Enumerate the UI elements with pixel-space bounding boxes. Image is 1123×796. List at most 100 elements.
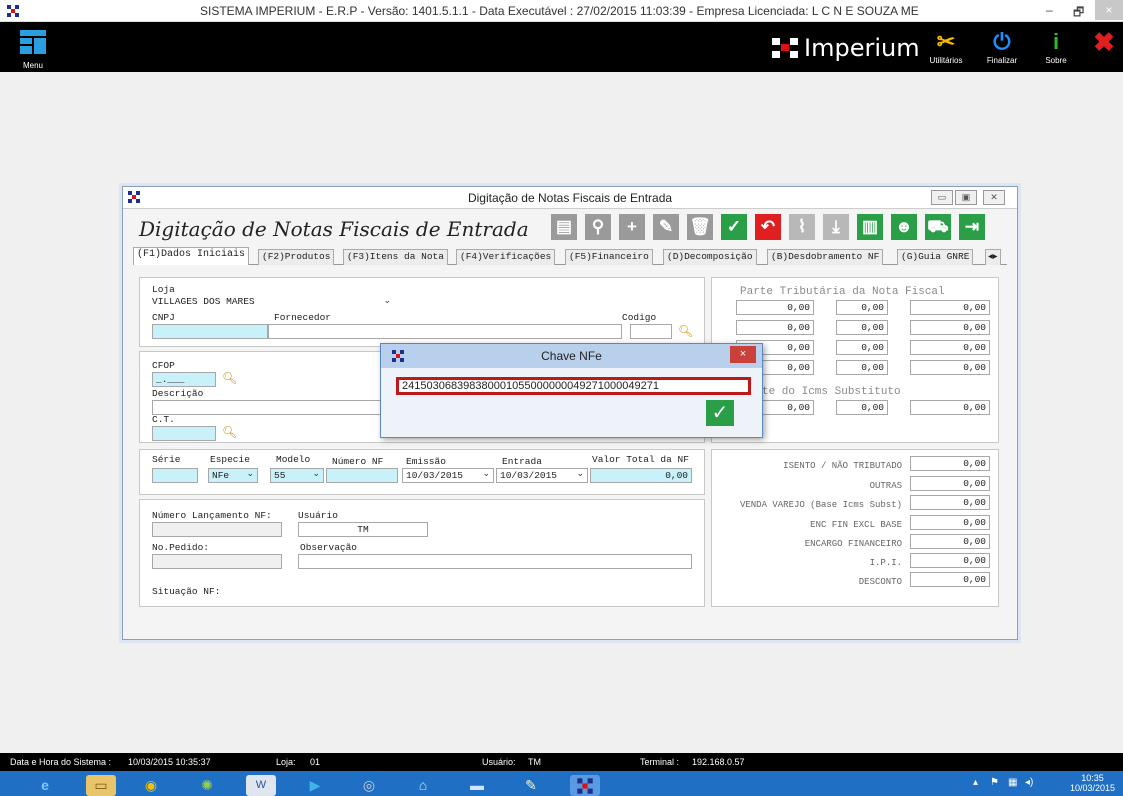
loja-select[interactable]: VILLAGES DOS MARES ⌄: [152, 296, 394, 311]
clock[interactable]: 10:35 10/03/2015: [1070, 773, 1115, 793]
search-icon[interactable]: 🔍︎: [222, 371, 237, 385]
tab-produtos[interactable]: (F2)Produtos: [258, 249, 335, 265]
subst-field[interactable]: 0,00: [760, 400, 814, 415]
tab-verificacoes[interactable]: (F4)Verificações: [456, 249, 556, 265]
outras-field[interactable]: 0,00: [910, 476, 990, 491]
finalizar-button[interactable]: ⏻ Finalizar: [984, 28, 1020, 70]
trib-field[interactable]: 0,00: [836, 320, 888, 335]
fornecedor-label: Fornecedor: [274, 312, 332, 323]
cart-button[interactable]: ⛟: [925, 214, 951, 240]
exit-button[interactable]: ✖: [1086, 28, 1122, 70]
network-icon[interactable]: ⌂: [408, 775, 438, 796]
codigo-field[interactable]: [630, 324, 672, 339]
trib-field[interactable]: 0,00: [910, 340, 990, 355]
sobre-button[interactable]: i Sobre: [1038, 28, 1074, 70]
import-button[interactable]: ⤓: [823, 214, 849, 240]
encargo-financeiro-field[interactable]: 0,00: [910, 534, 990, 549]
trib-field[interactable]: 0,00: [910, 360, 990, 375]
exit-form-button[interactable]: ⇥: [959, 214, 985, 240]
fornecedor-field[interactable]: [268, 324, 622, 339]
descricao-field[interactable]: [152, 400, 382, 415]
form-close-button[interactable]: ✕: [983, 190, 1005, 205]
subst-field[interactable]: 0,00: [910, 400, 990, 415]
ct-field[interactable]: [152, 426, 216, 441]
serie-field[interactable]: [152, 468, 198, 483]
form-minimize-button[interactable]: ▭: [931, 190, 953, 205]
isento-field[interactable]: 0,00: [910, 456, 990, 471]
search-icon[interactable]: 🔍︎: [678, 324, 693, 338]
pedido-field[interactable]: [152, 554, 282, 569]
tab-desdobramento[interactable]: (B)Desdobramento NF: [767, 249, 884, 265]
delete-button[interactable]: 🗑: [687, 214, 713, 240]
numero-nf-field[interactable]: [326, 468, 398, 483]
menu-button[interactable]: Menu: [18, 30, 48, 70]
trib-field[interactable]: 0,00: [736, 320, 814, 335]
network-tray-icon[interactable]: ▦: [1008, 777, 1017, 788]
clear-button[interactable]: ⌇: [789, 214, 815, 240]
user-button[interactable]: ☻: [891, 214, 917, 240]
tab-scroll-arrows[interactable]: ◂▸: [985, 249, 1001, 265]
utilitarios-button[interactable]: ✂ Utilitários: [928, 28, 964, 70]
venda-varejo-label: VENDA VAREJO (Base Icms Subst): [739, 500, 902, 510]
trib-field[interactable]: 0,00: [836, 300, 888, 315]
new-document-button[interactable]: ▤: [551, 214, 577, 240]
tab-itens-da-nota[interactable]: (F3)Itens da Nota: [343, 249, 448, 265]
observacao-field[interactable]: [298, 554, 692, 569]
trib-field[interactable]: 0,00: [736, 300, 814, 315]
observacao-label: Observação: [300, 542, 358, 553]
imperium-taskbar-icon[interactable]: [570, 775, 600, 796]
app-icon[interactable]: ✺: [192, 775, 222, 796]
word-icon[interactable]: W: [246, 775, 276, 796]
enc-fin-excl-field[interactable]: 0,00: [910, 515, 990, 530]
ie-icon[interactable]: e: [30, 775, 60, 796]
numero-lancamento-label: Número Lançamento NF:: [152, 510, 272, 521]
folder-icon[interactable]: ▭: [86, 775, 116, 796]
desconto-field[interactable]: 0,00: [910, 572, 990, 587]
minimize-button[interactable]: –: [1046, 3, 1053, 17]
trib-field[interactable]: 0,00: [836, 360, 888, 375]
save-button[interactable]: ✓: [721, 214, 747, 240]
trib-field[interactable]: 0,00: [910, 320, 990, 335]
flag-icon[interactable]: ⚑: [990, 777, 999, 788]
confirm-button[interactable]: ✓: [706, 400, 734, 426]
especie-value: NFe: [212, 470, 230, 481]
chave-nfe-input[interactable]: 2415030683983800010550000000492710000492…: [396, 377, 751, 395]
cfop-field[interactable]: _.___: [152, 372, 216, 387]
emissao-label: Emissão: [406, 456, 446, 467]
nota-panel: Série Especie Modelo Número NF Emissão E…: [139, 449, 705, 495]
close-window-button[interactable]: ×: [1095, 0, 1123, 20]
valor-total-field[interactable]: 0,00: [590, 468, 692, 483]
undo-button[interactable]: ↶: [755, 214, 781, 240]
tab-guia-gnre[interactable]: (G)Guia GNRE: [897, 249, 974, 265]
camera-icon[interactable]: ◎: [354, 775, 384, 796]
factory-button[interactable]: ▥: [857, 214, 883, 240]
ipi-field[interactable]: 0,00: [910, 553, 990, 568]
subst-field[interactable]: 0,00: [836, 400, 888, 415]
chrome-icon[interactable]: ◉: [136, 775, 166, 796]
venda-varejo-field[interactable]: 0,00: [910, 495, 990, 510]
usuario-field[interactable]: TM: [298, 522, 428, 537]
add-button[interactable]: +: [619, 214, 645, 240]
media-player-icon[interactable]: ▶: [300, 775, 330, 796]
display-icon[interactable]: ▬: [462, 775, 492, 796]
notepad-icon[interactable]: ✎: [516, 775, 546, 796]
trib-field[interactable]: 0,00: [836, 340, 888, 355]
dialog-close-button[interactable]: ×: [730, 346, 756, 363]
restore-button[interactable]: 🗗: [1073, 3, 1084, 24]
volume-icon[interactable]: ◂): [1025, 777, 1033, 788]
emissao-date[interactable]: 10/03/2015 ⌄: [402, 468, 494, 483]
trib-field[interactable]: 0,00: [910, 300, 990, 315]
search-icon[interactable]: 🔍︎: [222, 425, 237, 439]
entrada-date[interactable]: 10/03/2015 ⌄: [496, 468, 588, 483]
cnpj-field[interactable]: [152, 324, 268, 339]
search-button[interactable]: ⚲: [585, 214, 611, 240]
tab-decomposicao[interactable]: (D)Decomposição: [663, 249, 757, 265]
tab-dados-iniciais[interactable]: (F1)Dados Iniciais: [133, 247, 250, 265]
tray-arrow-icon[interactable]: ▴: [973, 777, 978, 788]
form-maximize-button[interactable]: ▣: [955, 190, 977, 205]
tab-financeiro[interactable]: (F5)Financeiro: [565, 249, 653, 265]
modelo-select[interactable]: 55 ⌄: [270, 468, 324, 483]
especie-select[interactable]: NFe ⌄: [208, 468, 258, 483]
edit-button[interactable]: ✎: [653, 214, 679, 240]
numero-lancamento-field[interactable]: [152, 522, 282, 537]
